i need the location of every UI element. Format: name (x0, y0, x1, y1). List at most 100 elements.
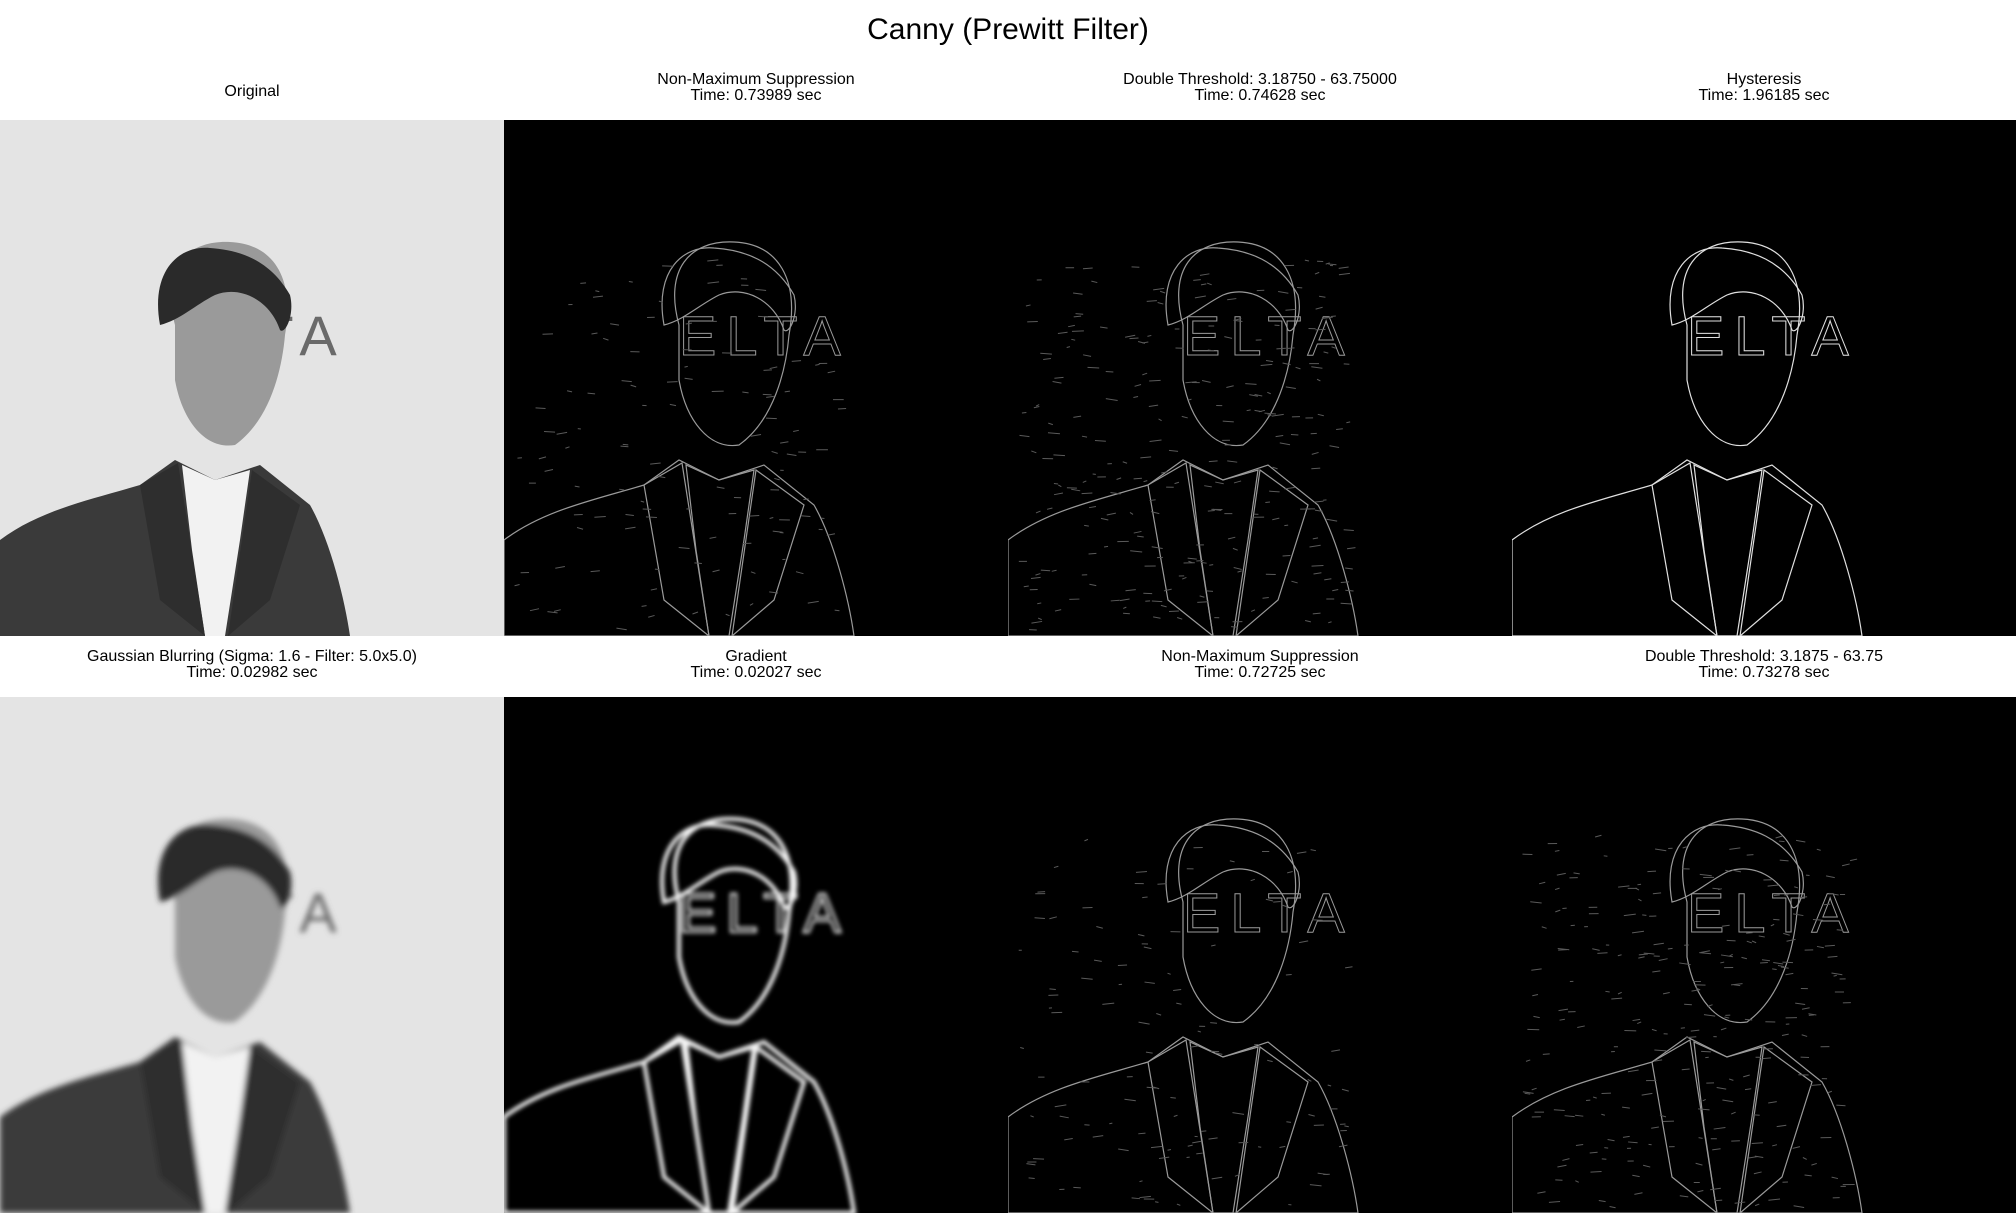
edge-speck (1258, 1147, 1261, 1148)
edge-speck (536, 408, 546, 409)
edge-speck (1041, 570, 1050, 571)
edge-speck (1082, 493, 1093, 494)
edge-speck (1134, 478, 1142, 479)
edge-speck (1774, 895, 1780, 896)
edge-speck (1142, 897, 1147, 898)
edge-speck (1104, 546, 1108, 547)
edge-speck (1269, 491, 1279, 492)
edge-speck (1647, 871, 1656, 872)
edge-speck (1208, 510, 1215, 511)
edge-speck (1772, 969, 1776, 970)
edge-speck (1286, 974, 1292, 975)
panel-label: GradientTime: 0.02027 sec (504, 649, 1008, 689)
edge-speck (1825, 945, 1835, 946)
image-background (504, 697, 1008, 1213)
panel-image: ELTA (1512, 120, 2016, 636)
edge-speck (621, 446, 629, 447)
edge-speck (1076, 314, 1084, 315)
edge-speck (1291, 434, 1298, 435)
sign-text: ELTA (1183, 881, 1355, 944)
figure-title: Canny (Prewitt Filter) (0, 10, 2016, 50)
sign-text: ELTA (679, 881, 851, 944)
edge-speck (1049, 989, 1055, 990)
edge-speck (1072, 951, 1079, 952)
edges-thin-image: ELTA (504, 120, 1008, 636)
edge-speck (1111, 600, 1120, 601)
edge-speck (1273, 901, 1280, 902)
edge-speck (1197, 602, 1208, 603)
edge-speck (758, 316, 768, 317)
edge-speck (1155, 1202, 1158, 1203)
panel-label: Original (0, 72, 504, 112)
edge-speck (1779, 841, 1785, 842)
edges-noisy-image: ELTA (1008, 120, 1512, 636)
edge-speck (1029, 1178, 1035, 1179)
sign-text: ELTA (1183, 304, 1355, 367)
edge-speck (1118, 965, 1127, 966)
image-background (1512, 697, 2016, 1213)
edge-speck (642, 606, 647, 607)
edge-speck (588, 393, 596, 394)
edge-speck (835, 610, 840, 611)
edges-thin-image: ELTA (1008, 697, 1512, 1213)
edge-speck (1834, 975, 1837, 976)
edge-speck (1210, 1023, 1217, 1024)
edge-speck (1209, 565, 1213, 566)
panel-label: HysteresisTime: 1.96185 sec (1512, 72, 2016, 112)
edge-speck (646, 517, 657, 518)
edge-speck (544, 432, 555, 433)
panel-image: ELTA (504, 697, 1008, 1213)
edge-speck (749, 515, 759, 516)
image-background (1008, 120, 1512, 636)
sign-text: ELTA (1687, 881, 1859, 944)
edge-speck (1699, 1138, 1703, 1139)
edge-speck (1824, 904, 1830, 905)
panel-label: Gaussian Blurring (Sigma: 1.6 - Filter: … (0, 649, 504, 689)
edge-speck (1109, 1123, 1112, 1124)
panel-image: ELTA (1008, 697, 1512, 1213)
image-background (504, 120, 1008, 636)
panel-label: Non-Maximum SuppressionTime: 0.72725 sec (1008, 649, 1512, 689)
edge-speck (694, 563, 701, 564)
panel-label: Double Threshold: 3.18750 - 63.75000Time… (1008, 72, 1512, 112)
edge-speck (629, 282, 633, 283)
edge-speck (1597, 953, 1607, 954)
edge-speck (1341, 582, 1349, 583)
blurred-image: ELTA (0, 697, 504, 1213)
edge-speck (1604, 1148, 1608, 1149)
edge-speck (1168, 1150, 1171, 1151)
edge-speck (1263, 598, 1269, 599)
panel-image: ELTA (0, 697, 504, 1213)
panel-image: ELTA (1008, 120, 1512, 636)
edge-speck (1331, 316, 1336, 317)
edge-speck (1201, 1131, 1206, 1132)
panel-label: Double Threshold: 3.1875 - 63.75Time: 0.… (1512, 649, 2016, 689)
image-background (1008, 697, 1512, 1213)
edge-speck (1313, 613, 1321, 614)
edge-speck (1083, 268, 1093, 269)
edge-speck (1746, 933, 1753, 934)
panel-label: Non-Maximum SuppressionTime: 0.73989 sec (504, 72, 1008, 112)
edge-speck (1231, 627, 1238, 628)
edge-speck (1149, 380, 1160, 381)
edge-speck (1745, 1019, 1752, 1020)
edge-speck (1312, 920, 1323, 921)
edge-speck (1701, 1051, 1711, 1052)
original-image: ELTA (0, 120, 504, 636)
edge-speck (1760, 962, 1768, 963)
panel-image: ELTA (0, 120, 504, 636)
edge-speck (1206, 591, 1213, 592)
edge-speck (1312, 565, 1324, 566)
edge-speck (1276, 348, 1285, 349)
edge-speck (1089, 553, 1097, 554)
edge-speck (1088, 367, 1100, 368)
edge-speck (1782, 962, 1793, 963)
image-background (1512, 120, 2016, 636)
edge-speck (1682, 1069, 1690, 1070)
edge-speck (1287, 348, 1295, 349)
panel-image: ELTA (504, 120, 1008, 636)
panel-image: ELTA (1512, 697, 2016, 1213)
edge-speck (1836, 1105, 1845, 1106)
edge-speck (1084, 525, 1089, 526)
gradient-image: ELTA (504, 697, 1008, 1213)
